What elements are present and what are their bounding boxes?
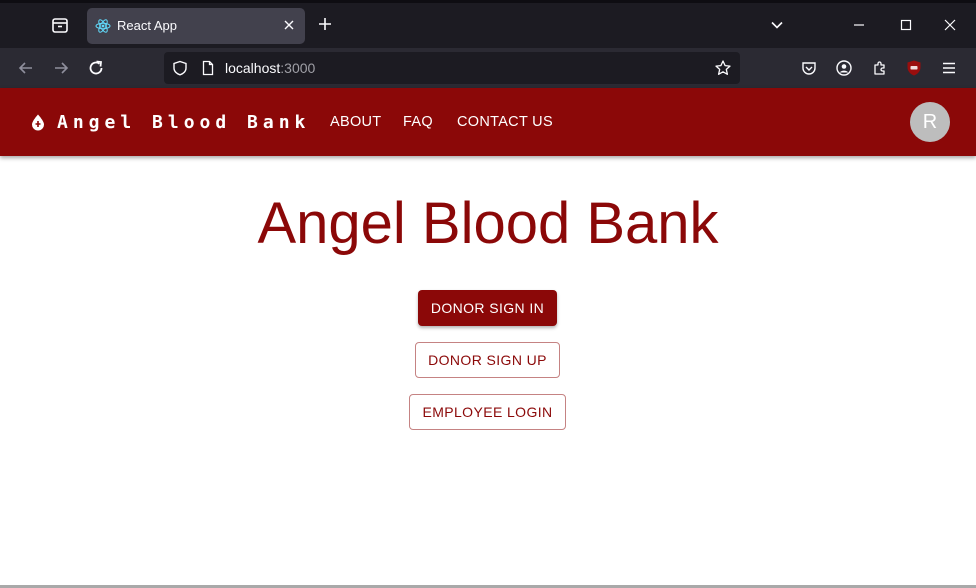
donor-sign-in-button[interactable]: DONOR SIGN IN: [418, 290, 557, 326]
url-port: :3000: [280, 60, 316, 76]
app-header: Angel Blood Bank ABOUT FAQ CONTACT US: [0, 88, 976, 156]
hamburger-menu-icon[interactable]: [940, 59, 958, 77]
browser-tab-strip: React App: [0, 0, 976, 48]
plus-icon[interactable]: [316, 15, 334, 33]
blood-drop-icon: [29, 113, 47, 131]
close-icon[interactable]: [281, 17, 297, 33]
browser-toolbar: localhost:3000: [0, 48, 976, 88]
tab-title: React App: [117, 18, 177, 33]
chevron-down-icon[interactable]: [769, 17, 785, 33]
shield-icon[interactable]: [172, 60, 188, 76]
ublock-icon[interactable]: [905, 59, 923, 77]
nav-contact-link[interactable]: CONTACT US: [457, 114, 553, 130]
react-favicon-icon: [95, 18, 111, 34]
url-text[interactable]: localhost:3000: [225, 60, 315, 76]
address-bar[interactable]: localhost:3000: [164, 52, 740, 84]
extensions-icon[interactable]: [871, 59, 889, 77]
tab-react-app[interactable]: React App: [87, 8, 305, 44]
donor-sign-up-button[interactable]: DONOR SIGN UP: [415, 342, 560, 378]
back-arrow-icon[interactable]: [16, 58, 36, 78]
tab-overview-icon[interactable]: [50, 15, 70, 35]
nav-about-link[interactable]: ABOUT: [330, 114, 381, 130]
page-title: Angel Blood Bank: [257, 191, 719, 256]
brand-logo[interactable]: Angel Blood Bank: [29, 110, 310, 134]
nav-faq-link[interactable]: FAQ: [403, 114, 433, 130]
employee-login-button[interactable]: EMPLOYEE LOGIN: [409, 394, 566, 430]
page-icon[interactable]: [200, 60, 216, 76]
brand-name: Angel Blood Bank: [57, 111, 311, 133]
minimize-icon[interactable]: [850, 16, 868, 34]
reload-icon[interactable]: [86, 58, 106, 78]
pocket-icon[interactable]: [800, 59, 818, 77]
url-host: localhost: [225, 60, 281, 76]
maximize-icon[interactable]: [897, 16, 915, 34]
star-icon[interactable]: [714, 59, 732, 77]
account-icon[interactable]: [835, 59, 853, 77]
window-top-edge: [0, 0, 976, 3]
user-avatar[interactable]: R: [910, 102, 950, 142]
close-window-icon[interactable]: [941, 16, 959, 34]
forward-arrow-icon[interactable]: [51, 58, 71, 78]
